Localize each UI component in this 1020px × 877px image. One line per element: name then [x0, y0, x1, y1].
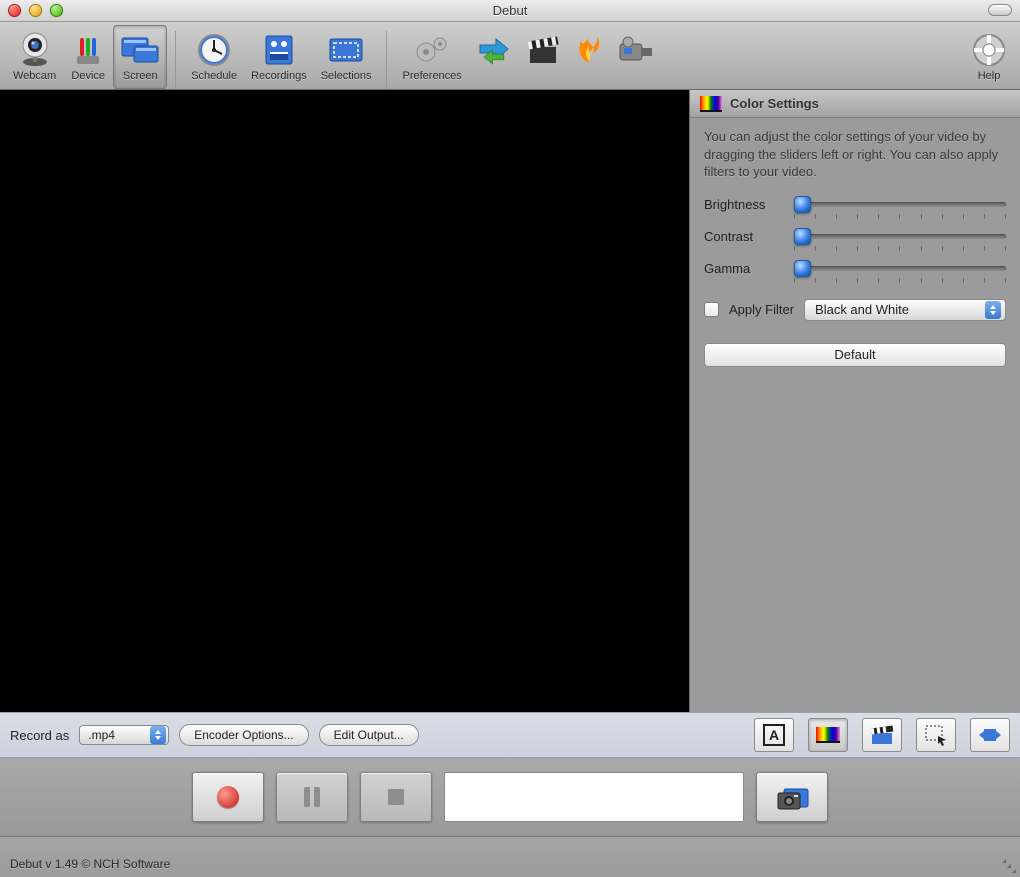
resize-arrows-icon	[977, 724, 1003, 746]
apply-filter-checkbox[interactable]	[704, 302, 719, 317]
status-bar: Debut v 1.49 © NCH Software	[0, 836, 1020, 877]
titlebar: Debut	[0, 0, 1020, 22]
webcam-label: Webcam	[13, 70, 56, 82]
screen-button[interactable]: Screen	[113, 25, 167, 89]
record-icon	[217, 786, 239, 808]
preferences-label: Preferences	[402, 70, 461, 82]
filter-select-value: Black and White	[815, 302, 909, 317]
brightness-label: Brightness	[704, 197, 784, 212]
pause-button[interactable]	[276, 772, 348, 822]
schedule-label: Schedule	[191, 70, 237, 82]
selection-tool-button[interactable]	[916, 718, 956, 752]
device-label: Device	[71, 70, 105, 82]
help-button[interactable]: Help	[964, 25, 1014, 89]
preferences-button[interactable]: Preferences	[395, 25, 468, 89]
selection-icon	[326, 31, 366, 69]
record-as-label: Record as	[10, 728, 69, 743]
contrast-slider[interactable]	[794, 227, 1006, 247]
recordings-label: Recordings	[251, 70, 307, 82]
version-text: Debut v 1.49 © NCH Software	[10, 857, 170, 871]
filter-select[interactable]: Black and White	[804, 299, 1006, 321]
contrast-label: Contrast	[704, 229, 784, 244]
minimize-window-button[interactable]	[29, 4, 42, 17]
encoder-options-button[interactable]: Encoder Options...	[179, 724, 308, 746]
chevron-updown-icon	[985, 301, 1001, 319]
default-button-label: Default	[834, 347, 875, 362]
gamma-slider[interactable]	[794, 259, 1006, 279]
flame-icon	[575, 31, 603, 69]
window-title: Debut	[493, 3, 528, 18]
device-icon	[73, 31, 103, 69]
camcorder-icon	[618, 31, 656, 69]
crop-button[interactable]	[970, 718, 1010, 752]
screen-icon	[120, 31, 160, 69]
svg-text:A: A	[769, 727, 779, 743]
webcam-icon	[18, 31, 52, 69]
pause-icon	[304, 787, 320, 807]
transfer-arrows-icon	[476, 31, 512, 69]
help-label: Help	[978, 70, 1001, 82]
default-button[interactable]: Default	[704, 343, 1006, 367]
camcorder-button[interactable]	[611, 25, 663, 89]
clapperboard-icon	[526, 31, 560, 69]
rainbow-icon	[816, 727, 840, 743]
edit-output-label: Edit Output...	[334, 728, 404, 742]
color-settings-title: Color Settings	[730, 96, 819, 111]
selections-label: Selections	[321, 70, 372, 82]
record-button[interactable]	[192, 772, 264, 822]
gears-icon	[414, 31, 450, 69]
transfer-button[interactable]	[469, 25, 519, 89]
color-settings-icon	[700, 96, 722, 112]
encoder-options-label: Encoder Options...	[194, 728, 293, 742]
record-bar: Record as .mp4 Encoder Options... Edit O…	[0, 712, 1020, 758]
camera-icon	[774, 783, 810, 811]
webcam-button[interactable]: Webcam	[6, 25, 63, 89]
color-settings-description: You can adjust the color settings of you…	[690, 118, 1020, 189]
screen-label: Screen	[123, 70, 158, 82]
video-preview	[0, 90, 690, 712]
resize-grip[interactable]	[1002, 859, 1016, 873]
device-button[interactable]: Device	[63, 25, 113, 89]
help-icon	[972, 31, 1006, 69]
marquee-cursor-icon	[924, 724, 948, 746]
transport-controls	[0, 758, 1020, 836]
text-a-icon: A	[763, 724, 785, 746]
color-settings-panel: Color Settings You can adjust the color …	[690, 90, 1020, 712]
format-select-value: .mp4	[88, 728, 115, 742]
selections-button[interactable]: Selections	[314, 25, 379, 89]
clapper-button[interactable]	[519, 25, 567, 89]
zoom-window-button[interactable]	[50, 4, 63, 17]
effects-button[interactable]	[862, 718, 902, 752]
snapshot-button[interactable]	[756, 772, 828, 822]
gamma-label: Gamma	[704, 261, 784, 276]
text-overlay-button[interactable]: A	[754, 718, 794, 752]
close-window-button[interactable]	[8, 4, 21, 17]
schedule-button[interactable]: Schedule	[184, 25, 244, 89]
stop-icon	[388, 789, 404, 805]
stop-button[interactable]	[360, 772, 432, 822]
chevron-updown-icon	[150, 726, 166, 744]
film-reel-icon	[262, 31, 296, 69]
format-select[interactable]: .mp4	[79, 725, 169, 745]
clock-icon	[196, 31, 232, 69]
brightness-slider[interactable]	[794, 195, 1006, 215]
recording-status-display	[444, 772, 744, 822]
recordings-button[interactable]: Recordings	[244, 25, 314, 89]
clapper-small-icon	[870, 725, 894, 745]
edit-output-button[interactable]: Edit Output...	[319, 724, 419, 746]
main-toolbar: Webcam Device	[0, 22, 1020, 90]
apply-filter-label: Apply Filter	[729, 302, 794, 317]
toolbar-toggle-button[interactable]	[988, 4, 1012, 16]
burn-button[interactable]	[567, 25, 611, 89]
color-adjust-button[interactable]	[808, 718, 848, 752]
